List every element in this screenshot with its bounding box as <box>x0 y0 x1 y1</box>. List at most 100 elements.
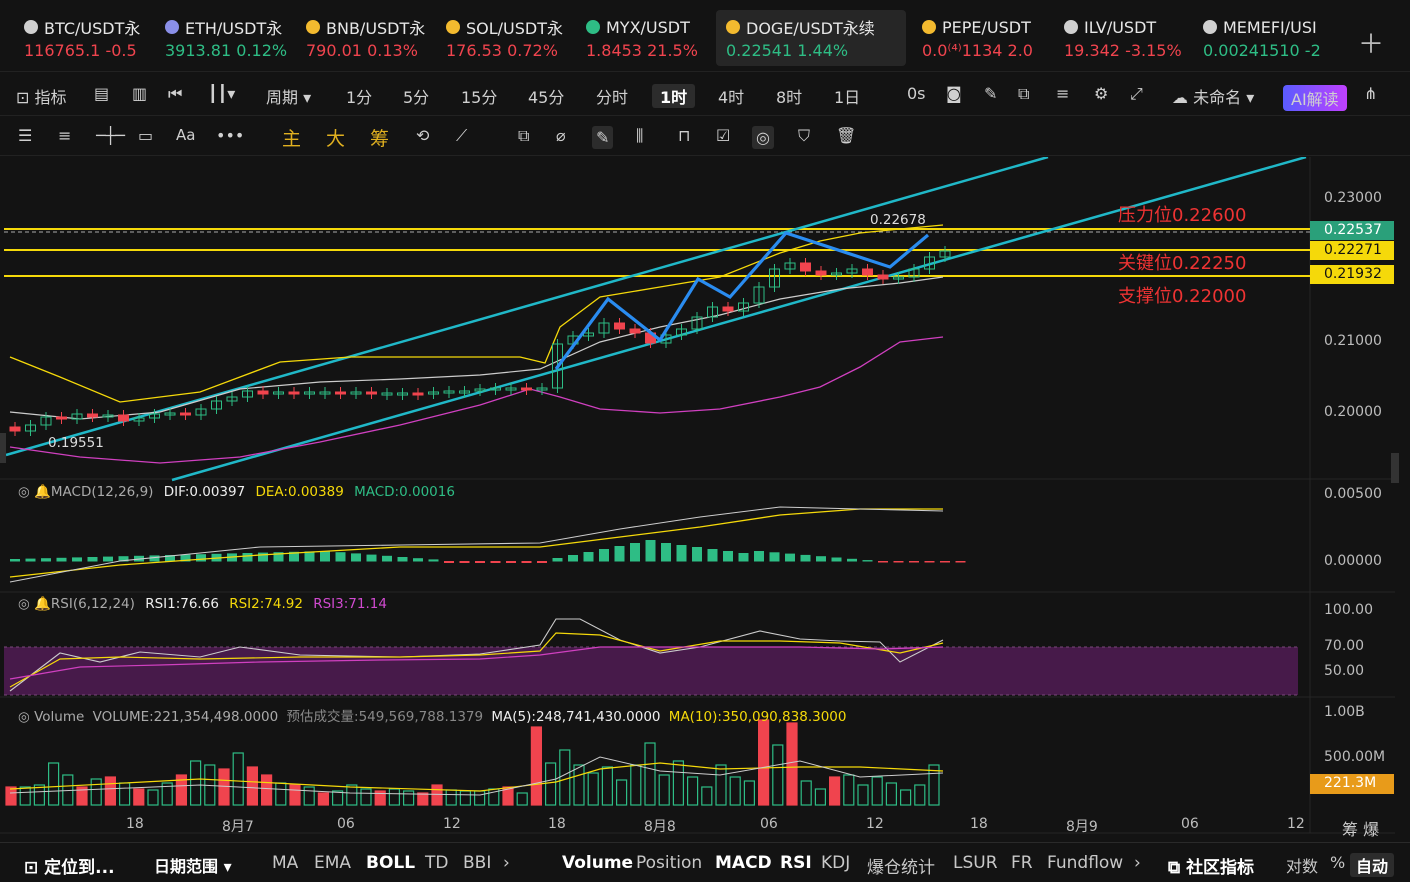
ticker-tab[interactable]: MYX/USDT 1.8453 21.5% <box>586 10 722 66</box>
menu-icon[interactable]: ☰ <box>18 126 32 145</box>
main-indicator-ema[interactable]: EMA <box>314 853 351 873</box>
eye-icon[interactable]: ◎ 🔔 <box>18 484 51 500</box>
rsi-title: RSI(6,12,24) <box>50 596 135 612</box>
locate-button[interactable]: ⊡ 定位到... <box>24 853 115 878</box>
ticker-tab[interactable]: PEPE/USDT 0.0⁽⁴⁾1134 2.0 <box>922 10 1058 66</box>
auto-scale-button[interactable]: 自动 <box>1350 853 1395 877</box>
lines-icon[interactable]: ≡ <box>58 126 71 145</box>
macd-bar <box>521 561 532 563</box>
candles-icon[interactable]: ⫼ <box>636 126 643 146</box>
log-scale-button[interactable]: 对数 <box>1286 853 1318 877</box>
sub-indicator-2[interactable]: MACD <box>715 853 772 873</box>
ticker-tab[interactable]: ETH/USDT永 3913.81 0.12% <box>165 10 301 66</box>
text-tool[interactable]: Aa <box>176 126 195 144</box>
sub-indicator-4[interactable]: KDJ <box>821 853 850 873</box>
interval-1[interactable]: 5分 <box>403 84 429 108</box>
edit-icon[interactable]: ☑ <box>716 126 730 145</box>
candle <box>722 306 734 312</box>
volume-bar <box>360 788 372 806</box>
sub-inds-more-icon[interactable]: › <box>1134 853 1141 873</box>
ticker-tab[interactable]: DOGE/USDT永续 0.22541 1.44% <box>716 10 906 66</box>
interval-2[interactable]: 15分 <box>461 84 497 108</box>
ticker-tab[interactable]: SOL/USDT永 176.53 0.72% <box>446 10 582 66</box>
ticker-tab[interactable]: BNB/USDT永 790.01 0.13% <box>306 10 442 66</box>
layout-icon[interactable]: ▥ <box>132 84 147 103</box>
more-icon[interactable]: ••• <box>216 126 244 145</box>
ticker-symbol-text: MYX/USDT <box>606 17 690 37</box>
fullscreen-icon[interactable]: ⤢ <box>1130 84 1143 104</box>
main-indicator-ma[interactable]: MA <box>272 853 298 873</box>
camera-icon[interactable]: ◙ <box>946 84 962 103</box>
list-icon[interactable]: ≡ <box>1056 84 1069 103</box>
sub-indicator-5[interactable]: 爆仓统计 <box>867 853 935 878</box>
macd-title: MACD(12,26,9) <box>50 484 154 500</box>
sub-indicator-8[interactable]: Fundflow <box>1047 853 1123 873</box>
trading-app: BTC/USDT永 116765.1 -0.5 ETH/USDT永 3913.81 0… <box>0 0 1410 882</box>
ticker-tab[interactable]: MEMEFI/USI 0.00241510 -2 <box>1203 10 1323 66</box>
ruler-icon[interactable]: ⌀ <box>556 126 566 145</box>
layout-name-dropdown[interactable]: ☁ 未命名 ▾ <box>1172 84 1254 108</box>
sub-indicator-6[interactable]: LSUR <box>953 853 998 873</box>
settings-icon[interactable]: ⚙ <box>1094 84 1108 103</box>
main-indicator-bbi[interactable]: BBI <box>463 853 491 873</box>
macd-bar <box>568 555 578 562</box>
trash-icon[interactable]: 🗑 <box>836 126 856 145</box>
main-toggle[interactable]: 主 <box>282 124 301 151</box>
main-indicator-td[interactable]: TD <box>425 853 448 873</box>
pencil-icon[interactable]: ✎ <box>984 84 997 103</box>
interval-3[interactable]: 45分 <box>528 84 564 108</box>
ticker-change: 0.12% <box>236 41 288 60</box>
percent-scale-button[interactable]: % <box>1330 853 1345 872</box>
seconds-button[interactable]: 0s <box>907 84 926 103</box>
popout-icon[interactable]: ⧉ <box>1018 84 1029 104</box>
sub-indicator-1[interactable]: Position <box>636 853 702 873</box>
candle <box>521 387 532 391</box>
interval-6[interactable]: 4时 <box>718 84 744 108</box>
interval-7[interactable]: 8时 <box>776 84 802 108</box>
indicator-button[interactable]: ⊡ 指标 <box>16 84 67 108</box>
right-tools[interactable]: 筹 爆 <box>1342 816 1379 840</box>
lock-icon[interactable]: ⊓ <box>678 126 690 145</box>
sync-icon[interactable]: ⟲ <box>416 126 429 145</box>
volume-bar <box>899 789 912 806</box>
current-price-tag: 0.22537 <box>1310 221 1394 240</box>
template-icon[interactable]: ▤ <box>94 84 109 103</box>
period-dropdown[interactable]: 周期 ▾ <box>266 84 311 108</box>
date-range-dropdown[interactable]: 日期范围 ▾ <box>154 853 232 877</box>
interval-4[interactable]: 分时 <box>596 84 628 108</box>
sub-indicator-0[interactable]: Volume <box>562 853 633 873</box>
filter-icon[interactable]: ⛉ <box>798 126 810 146</box>
eye-icon[interactable]: ◎ <box>18 709 34 725</box>
chart-type-icon[interactable]: ┃┃▾ <box>208 84 235 103</box>
macd-bar <box>661 543 671 562</box>
interval-0[interactable]: 1分 <box>346 84 372 108</box>
main-inds-more-icon[interactable]: › <box>503 853 510 873</box>
interval-8[interactable]: 1日 <box>834 84 860 108</box>
hline-icon[interactable]: ─┼─ <box>96 126 125 145</box>
add-tab-icon[interactable]: ＋ <box>1358 24 1384 61</box>
measure-icon[interactable]: ⟋ <box>456 126 467 146</box>
eye-icon[interactable]: ◎ 🔔 <box>18 596 51 612</box>
copy-icon[interactable]: ⧉ <box>518 126 529 146</box>
ticker-tab[interactable]: ILV/USDT 19.342 -3.15% <box>1064 10 1200 66</box>
ai-analysis-button[interactable]: AI解读 <box>1283 85 1347 111</box>
ticker-tab[interactable]: BTC/USDT永 116765.1 -0.5 <box>24 10 160 66</box>
brush-icon[interactable]: ◎ <box>752 126 774 149</box>
volume-ma5: MA(5):248,741,430.0000 <box>491 709 661 725</box>
replay-icon[interactable]: ⏮ <box>168 84 182 104</box>
volume-bar <box>615 779 628 806</box>
magnet-icon[interactable]: ✎ <box>592 126 614 149</box>
chip-toggle[interactable]: 筹 <box>370 124 389 151</box>
share-icon[interactable]: ⋔ <box>1364 84 1377 103</box>
macd-legend: ◎ 🔔MACD(12,26,9) DIF:0.00397 DEA:0.00389… <box>18 484 455 500</box>
ticker-quote: 790.01 0.13% <box>306 41 442 63</box>
sub-indicator-3[interactable]: RSI <box>780 853 812 873</box>
macd-bar <box>940 561 950 563</box>
interval-5[interactable]: 1时 <box>652 84 696 108</box>
community-indicators-button[interactable]: ⧉ 社区指标 <box>1168 853 1254 878</box>
volume-bar <box>843 774 855 806</box>
main-indicator-boll[interactable]: BOLL <box>366 853 415 873</box>
sub-indicator-7[interactable]: FR <box>1011 853 1033 873</box>
rect-icon[interactable]: ▭ <box>138 126 153 145</box>
big-order-toggle[interactable]: 大 <box>326 124 345 151</box>
